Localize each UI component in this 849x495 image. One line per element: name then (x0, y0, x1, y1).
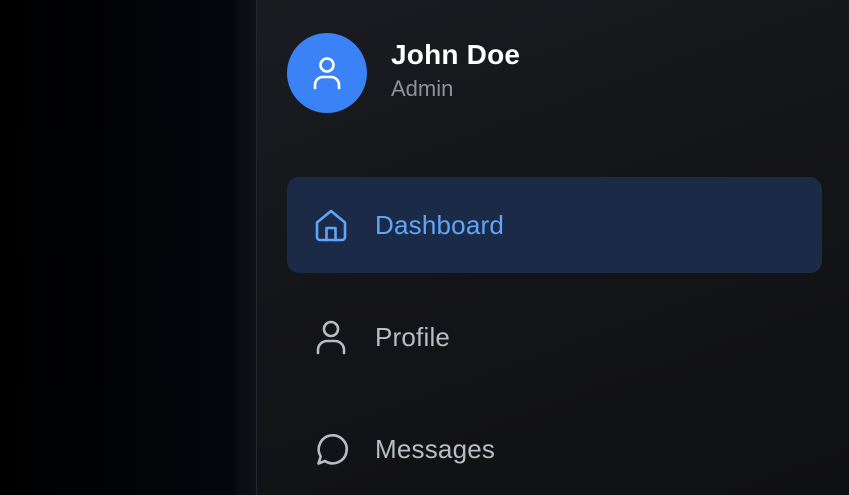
sidebar: John Doe Admin Dashboard Profile Message… (256, 0, 849, 495)
backdrop (234, 0, 256, 495)
sidebar-item-messages[interactable]: Messages (287, 401, 822, 495)
message-icon (311, 429, 351, 469)
user-avatar-icon (313, 57, 341, 90)
sidebar-item-label: Profile (375, 321, 451, 352)
profile-header: John Doe Admin (287, 33, 520, 113)
avatar[interactable] (287, 33, 367, 113)
sidebar-nav: Dashboard Profile Messages (287, 177, 822, 495)
sidebar-item-profile[interactable]: Profile (287, 289, 822, 385)
home-icon (311, 205, 351, 245)
user-role: Admin (391, 76, 454, 101)
user-name: John Doe (391, 39, 521, 70)
user-icon (311, 317, 351, 357)
screen: John Doe Admin Dashboard Profile Message… (0, 0, 849, 495)
user-info: John Doe Admin (391, 37, 520, 103)
sidebar-item-label: Messages (375, 433, 496, 464)
sidebar-item-label: Dashboard (375, 209, 504, 240)
sidebar-item-dashboard[interactable]: Dashboard (287, 177, 822, 273)
